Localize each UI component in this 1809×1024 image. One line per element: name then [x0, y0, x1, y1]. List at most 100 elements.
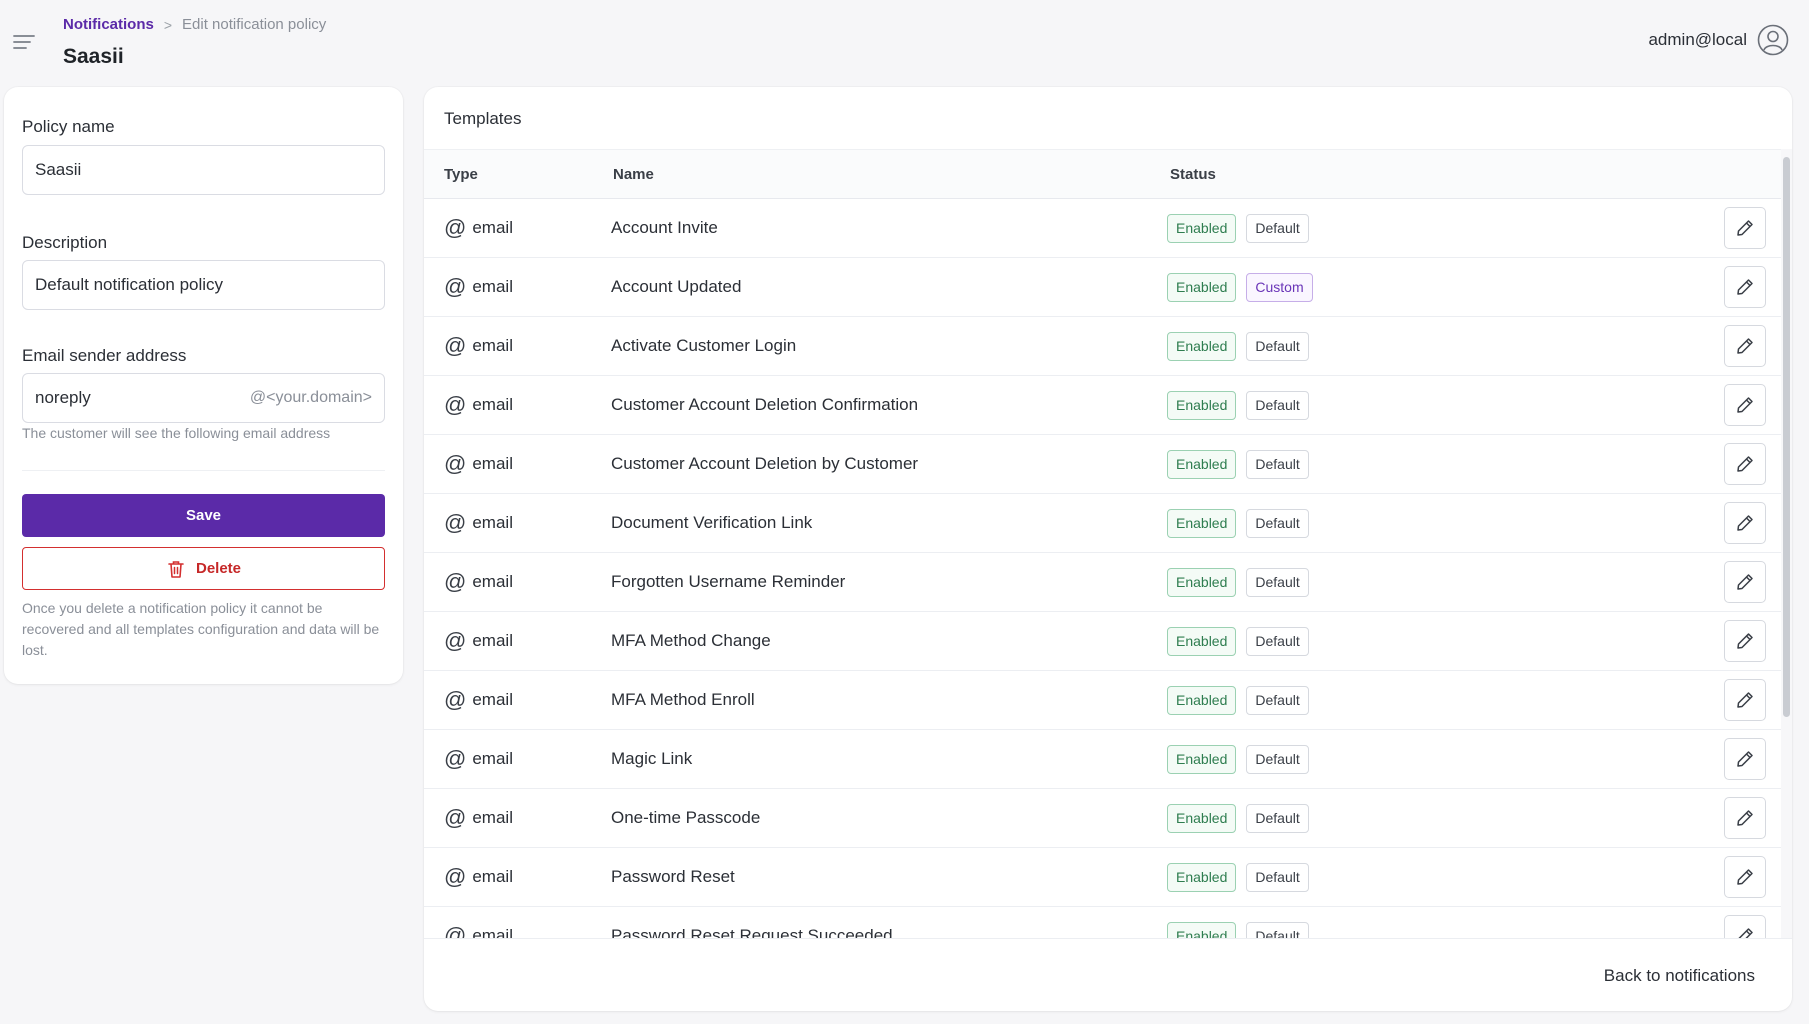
sender-address-value: noreply	[35, 388, 91, 407]
type-cell: @ email	[444, 848, 513, 906]
source-badge: Default	[1246, 567, 1309, 597]
pencil-icon	[1737, 633, 1753, 649]
at-sign-icon: @	[444, 274, 467, 299]
delete-label: Delete	[195, 560, 242, 577]
at-sign-icon: @	[444, 510, 467, 535]
policy-name-label: Policy name	[22, 117, 115, 136]
enabled-badge: Enabled	[1167, 449, 1237, 479]
pencil-icon	[1737, 397, 1753, 413]
source-badge: Default	[1246, 390, 1309, 420]
edit-template-button[interactable]	[1724, 207, 1766, 249]
table-row: @ email Account Invite Enabled Default	[424, 199, 1781, 258]
type-cell: @ email	[444, 435, 513, 493]
type-cell: @ email	[444, 907, 513, 939]
edit-template-button[interactable]	[1724, 856, 1766, 898]
back-to-notifications-link[interactable]: Back to notifications	[1604, 966, 1755, 986]
status-cell: Enabled Default	[1167, 789, 1309, 847]
source-badge: Default	[1246, 862, 1309, 892]
table-row: @ email Customer Account Deletion Confir…	[424, 376, 1781, 435]
source-badge: Default	[1246, 803, 1309, 833]
status-cell: Enabled Default	[1167, 199, 1309, 257]
at-sign-icon: @	[444, 746, 467, 771]
status-cell: Enabled Default	[1167, 907, 1309, 938]
column-header-type: Type	[444, 166, 478, 183]
template-name: Account Invite	[611, 218, 718, 237]
status-cell: Enabled Default	[1167, 494, 1309, 552]
edit-template-button[interactable]	[1724, 325, 1766, 367]
source-badge: Default	[1246, 626, 1309, 656]
column-header-status: Status	[1170, 166, 1216, 183]
edit-template-button[interactable]	[1724, 738, 1766, 780]
save-button[interactable]: Save	[22, 494, 385, 537]
edit-template-button[interactable]	[1724, 620, 1766, 662]
scrollbar-thumb[interactable]	[1783, 157, 1790, 717]
edit-template-button[interactable]	[1724, 797, 1766, 839]
at-sign-icon: @	[444, 628, 467, 653]
table-row: @ email Account Updated Enabled Custom	[424, 258, 1781, 317]
description-label: Description	[22, 233, 108, 252]
user-name: admin@local	[1648, 30, 1747, 49]
breadcrumb-current: Edit notification policy	[182, 16, 327, 33]
at-sign-icon: @	[444, 392, 467, 417]
status-cell: Enabled Default	[1167, 730, 1309, 788]
table-row: @ email One-time Passcode Enabled Defaul…	[424, 789, 1781, 848]
type-label: email	[472, 926, 513, 938]
breadcrumb-notifications-link[interactable]: Notifications	[63, 16, 154, 33]
edit-template-button[interactable]	[1724, 915, 1766, 938]
policy-name-input[interactable]: Saasii	[22, 145, 385, 195]
enabled-badge: Enabled	[1167, 744, 1237, 774]
type-cell: @ email	[444, 612, 513, 670]
pencil-icon	[1737, 456, 1753, 472]
source-badge: Default	[1246, 213, 1309, 243]
pencil-icon	[1738, 928, 1753, 938]
pencil-icon	[1737, 220, 1753, 236]
sender-address-hint: The customer will see the following emai…	[22, 425, 331, 441]
type-label: email	[472, 690, 513, 709]
template-name: Forgotten Username Reminder	[611, 572, 846, 591]
source-badge: Default	[1246, 685, 1309, 715]
form-divider	[22, 470, 385, 471]
enabled-badge: Enabled	[1167, 921, 1237, 938]
status-cell: Enabled Default	[1167, 553, 1309, 611]
edit-template-button[interactable]	[1724, 679, 1766, 721]
type-label: email	[472, 218, 513, 237]
user-menu[interactable]: admin@local	[1648, 24, 1789, 56]
table-row: @ email Document Verification Link Enabl…	[424, 494, 1781, 553]
table-row: @ email Password Reset Enabled Default	[424, 848, 1781, 907]
delete-warning: Once you delete a notification policy it…	[22, 600, 380, 658]
pencil-icon	[1737, 810, 1753, 826]
type-label: email	[472, 336, 513, 355]
description-input[interactable]: Default notification policy	[22, 260, 385, 310]
edit-template-button[interactable]	[1724, 443, 1766, 485]
pencil-icon	[1737, 751, 1753, 767]
table-scrollbar[interactable]	[1781, 149, 1792, 938]
type-cell: @ email	[444, 494, 513, 552]
template-name: One-time Passcode	[611, 808, 761, 827]
type-cell: @ email	[444, 199, 513, 257]
status-cell: Enabled Default	[1167, 612, 1309, 670]
pencil-icon	[1737, 574, 1753, 590]
delete-button[interactable]: Delete	[22, 547, 385, 590]
templates-title: Templates	[444, 109, 522, 128]
menu-icon[interactable]	[12, 30, 36, 54]
template-name: Password Reset Request Succeeded	[611, 926, 893, 938]
edit-template-button[interactable]	[1724, 266, 1766, 308]
sender-address-input[interactable]: noreply @<your.domain>	[22, 373, 385, 423]
table-row: @ email Password Reset Request Succeeded…	[424, 907, 1781, 938]
breadcrumb: Notifications > Edit notification policy	[63, 16, 326, 33]
type-cell: @ email	[444, 317, 513, 375]
sender-address-label: Email sender address	[22, 346, 187, 365]
status-cell: Enabled Default	[1167, 317, 1309, 375]
edit-template-button[interactable]	[1724, 384, 1766, 426]
type-label: email	[472, 749, 513, 768]
type-label: email	[472, 631, 513, 650]
at-sign-icon: @	[444, 333, 467, 358]
type-label: email	[472, 513, 513, 532]
template-name: Magic Link	[611, 749, 693, 768]
edit-template-button[interactable]	[1724, 561, 1766, 603]
table-row: @ email MFA Method Enroll Enabled Defaul…	[424, 671, 1781, 730]
edit-template-button[interactable]	[1724, 502, 1766, 544]
type-cell: @ email	[444, 789, 513, 847]
templates-table: Type Name Status @ email Account Invite …	[424, 149, 1781, 938]
at-sign-icon: @	[444, 569, 467, 594]
